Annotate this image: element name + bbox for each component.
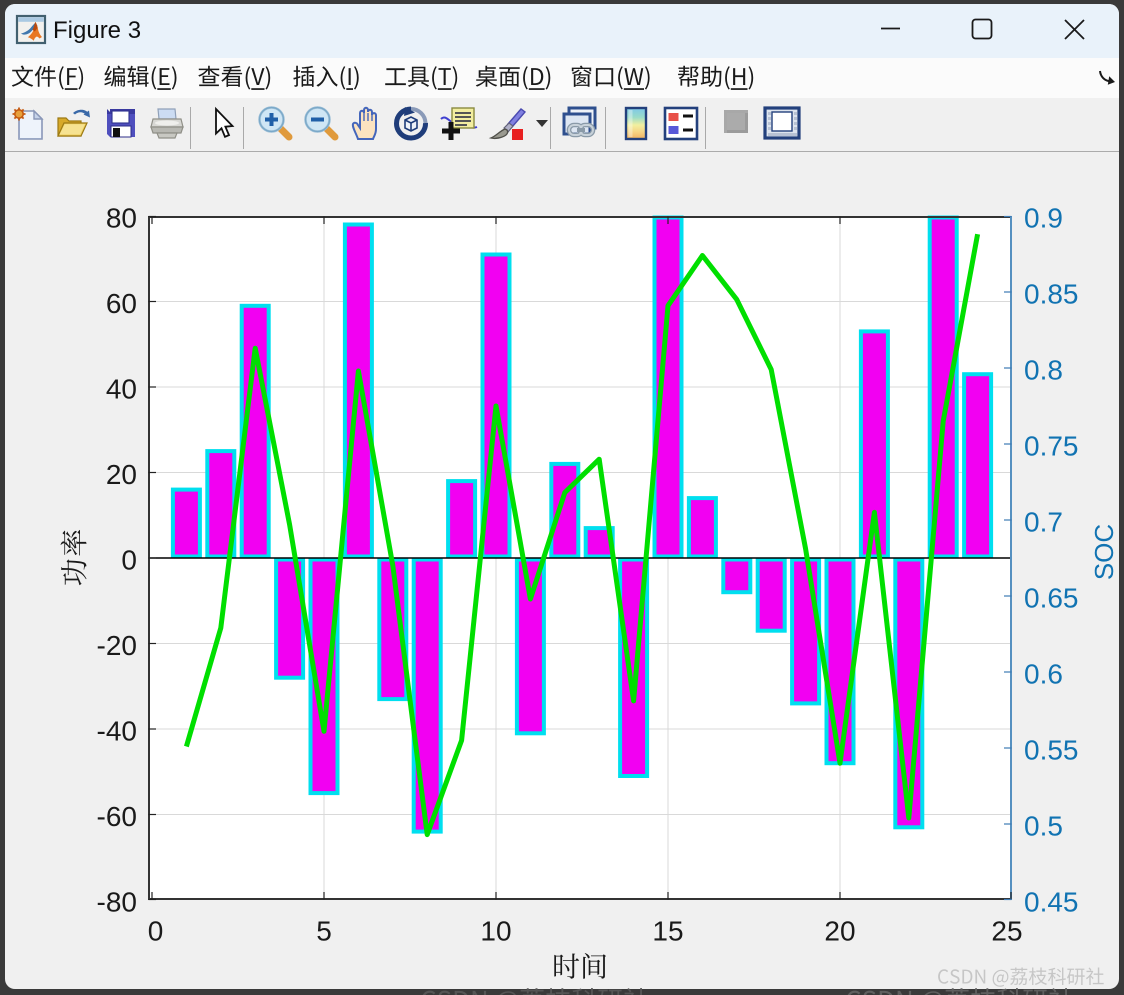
svg-text:0: 0 bbox=[121, 545, 137, 576]
svg-text:20: 20 bbox=[824, 916, 855, 947]
svg-text:15: 15 bbox=[652, 916, 683, 947]
svg-text:0.75: 0.75 bbox=[1024, 431, 1079, 462]
svg-text:-20: -20 bbox=[97, 630, 137, 661]
svg-text:-60: -60 bbox=[97, 801, 137, 832]
svg-text:0.8: 0.8 bbox=[1024, 355, 1063, 386]
svg-text:40: 40 bbox=[106, 374, 137, 405]
svg-text:0.5: 0.5 bbox=[1024, 811, 1063, 842]
svg-text:0.7: 0.7 bbox=[1024, 507, 1063, 538]
svg-text:0: 0 bbox=[148, 916, 164, 947]
svg-text:20: 20 bbox=[106, 459, 137, 490]
svg-text:10: 10 bbox=[480, 916, 511, 947]
svg-text:-40: -40 bbox=[97, 716, 137, 747]
svg-text:0.9: 0.9 bbox=[1024, 203, 1063, 234]
svg-text:SOC: SOC bbox=[1089, 524, 1119, 580]
svg-text:0.6: 0.6 bbox=[1024, 659, 1063, 690]
svg-text:0.65: 0.65 bbox=[1024, 583, 1079, 614]
svg-text:-80: -80 bbox=[97, 887, 137, 918]
svg-text:5: 5 bbox=[316, 916, 332, 947]
svg-text:25: 25 bbox=[991, 916, 1022, 947]
svg-text:0.45: 0.45 bbox=[1024, 887, 1079, 918]
svg-text:0.55: 0.55 bbox=[1024, 735, 1079, 766]
svg-text:80: 80 bbox=[106, 203, 137, 234]
svg-text:60: 60 bbox=[106, 288, 137, 319]
svg-text:0.85: 0.85 bbox=[1024, 279, 1079, 310]
